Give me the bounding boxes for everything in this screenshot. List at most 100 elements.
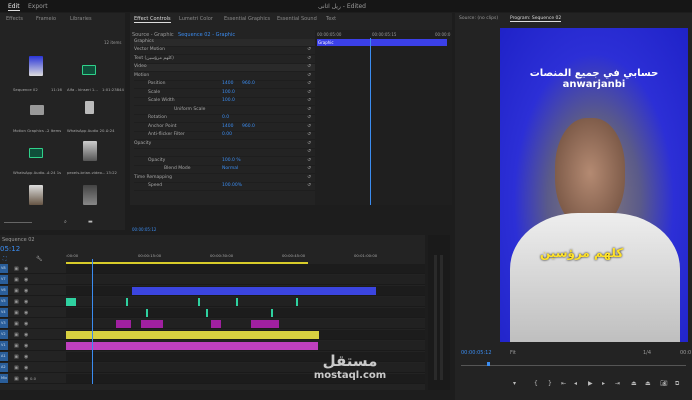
property-value[interactable]: 0.0	[222, 115, 229, 120]
timeline-timecode[interactable]: 05:12	[0, 245, 20, 253]
reset-icon[interactable]: ↺	[307, 149, 311, 154]
tab-text[interactable]: Text	[326, 16, 336, 22]
track-header[interactable]: A2 ▣ ◉	[0, 363, 66, 373]
track-target[interactable]: V5	[0, 297, 8, 306]
track-target[interactable]: V7	[0, 275, 8, 284]
effect-row[interactable]: Speed 100.00% ↺	[134, 183, 315, 191]
missing-file-icon[interactable]	[85, 101, 94, 114]
sequence-tab[interactable]: Sequence 02	[2, 237, 35, 243]
lock-icon[interactable]: ▣	[14, 266, 19, 272]
clip[interactable]	[66, 342, 318, 350]
eye-icon[interactable]: ◉	[24, 332, 28, 338]
lock-icon[interactable]: ▣	[14, 332, 19, 338]
sequence-thumbnail[interactable]	[29, 56, 43, 76]
time-ruler[interactable]: :00:00 00:00:15:00 00:00:30:00 00:00:45:00 0…	[66, 252, 425, 262]
mark-in-icon[interactable]: {	[534, 380, 538, 387]
effect-row[interactable]: Uniform Scale ↺	[134, 107, 315, 115]
lock-icon[interactable]: ▣	[14, 365, 19, 371]
effect-row[interactable]: Opacity 100.0 % ↺	[134, 158, 315, 166]
effect-row[interactable]: Rotation 0.0 ↺	[134, 115, 315, 123]
property-value[interactable]: Normal	[222, 166, 238, 171]
track-header[interactable]: V4 ▣ ◉	[0, 308, 66, 318]
tab-program[interactable]: Program: Sequence 02	[510, 16, 562, 22]
video-thumbnail[interactable]	[29, 185, 43, 205]
lock-icon[interactable]: ▣	[14, 343, 19, 349]
track-header[interactable]: V5 ▣ ◉	[0, 297, 66, 307]
eye-icon[interactable]: ◉	[24, 365, 28, 371]
reset-icon[interactable]: ↺	[307, 47, 311, 52]
effect-row[interactable]: Scale Width 100.0 ↺	[134, 98, 315, 106]
clip[interactable]	[251, 320, 279, 328]
reset-icon[interactable]: ↺	[307, 56, 311, 61]
eye-icon[interactable]: ◉	[24, 354, 28, 360]
track-target[interactable]: V6	[0, 286, 8, 295]
effect-row[interactable]: Anti-flicker Filter 0.00 ↺	[134, 132, 315, 140]
eye-icon[interactable]: ◉	[24, 299, 28, 305]
folder-icon[interactable]	[30, 105, 44, 115]
track-header[interactable]: V1 ▣ ◉	[0, 341, 66, 351]
tab-source[interactable]: Source: (no clips)	[459, 16, 498, 21]
clip[interactable]	[146, 309, 148, 317]
lock-icon[interactable]: ▣	[14, 288, 19, 294]
step-forward-icon[interactable]: ▸	[602, 380, 605, 387]
clip[interactable]	[206, 309, 208, 317]
clip[interactable]	[296, 298, 298, 306]
reset-icon[interactable]: ↺	[307, 90, 311, 95]
extract-icon[interactable]: ⏏	[645, 380, 651, 387]
eye-icon[interactable]: ◉	[24, 321, 28, 327]
reset-icon[interactable]: ↺	[307, 183, 311, 188]
audio-thumbnail[interactable]	[82, 65, 96, 75]
reset-icon[interactable]: ↺	[307, 141, 311, 146]
lock-icon[interactable]: ▣	[14, 376, 19, 382]
effect-row[interactable]: Opacity ↺	[134, 141, 315, 149]
tab-essential-graphics[interactable]: Essential Graphics	[224, 16, 270, 22]
property-value[interactable]: 100.0 %	[222, 158, 241, 163]
clip[interactable]	[116, 320, 131, 328]
lock-icon[interactable]: ▣	[14, 354, 19, 360]
track-target[interactable]: V3	[0, 319, 8, 328]
eye-icon[interactable]: ◉	[24, 288, 28, 294]
reset-icon[interactable]: ↺	[307, 81, 311, 86]
reset-icon[interactable]: ↺	[307, 64, 311, 69]
tab-lumetri[interactable]: Lumetri Color	[179, 16, 213, 22]
track-header[interactable]: V3 ▣ ◉	[0, 319, 66, 329]
property-value-2[interactable]: 960.0	[242, 81, 255, 86]
go-to-out-icon[interactable]: ⇥	[615, 380, 620, 387]
clip[interactable]	[66, 331, 319, 339]
reset-icon[interactable]: ↺	[307, 107, 311, 112]
effect-row[interactable]: Video ↺	[134, 64, 315, 72]
clip[interactable]	[198, 298, 200, 306]
program-scrubber[interactable]	[461, 365, 686, 366]
quality-dropdown[interactable]: 1/4	[643, 350, 651, 356]
video-thumbnail[interactable]	[83, 185, 97, 205]
eye-icon[interactable]: ◉	[24, 343, 28, 349]
compare-icon[interactable]: ⧉	[675, 380, 679, 388]
go-to-in-icon[interactable]: ⇤	[561, 380, 566, 387]
clip[interactable]	[236, 298, 238, 306]
edit-tab[interactable]: Edit	[8, 3, 20, 11]
track-header[interactable]: V8 ▣ ◉	[0, 264, 66, 274]
reset-icon[interactable]: ↺	[307, 115, 311, 120]
video-thumbnail[interactable]	[83, 141, 97, 161]
property-value[interactable]: 100.0	[222, 98, 235, 103]
clip[interactable]	[141, 320, 163, 328]
reset-icon[interactable]: ↺	[307, 158, 311, 163]
marker-icon[interactable]: ▾	[513, 380, 516, 387]
effect-row[interactable]: Blend Mode Normal ↺	[134, 166, 315, 174]
track-header[interactable]: A1 ▣ ◉	[0, 352, 66, 362]
track-target[interactable]: V4	[0, 308, 8, 317]
program-timecode[interactable]: 00:00:05:12	[461, 350, 492, 356]
tab-effects[interactable]: Effects	[6, 16, 23, 22]
timeline-playhead[interactable]	[92, 259, 93, 384]
mark-out-icon[interactable]: }	[548, 380, 552, 387]
tab-frameio[interactable]: Frameio	[36, 16, 56, 22]
track-target[interactable]: V2	[0, 330, 8, 339]
reset-icon[interactable]: ↺	[307, 98, 311, 103]
reset-icon[interactable]: ↺	[307, 132, 311, 137]
lock-icon[interactable]: ▣	[14, 321, 19, 327]
track-header[interactable]: V7 ▣ ◉	[0, 275, 66, 285]
step-back-icon[interactable]: ◂	[574, 380, 577, 387]
track-header[interactable]: V2 ▣ ◉	[0, 330, 66, 340]
effect-row[interactable]: Position 1400 960.0 ↺	[134, 81, 315, 89]
reset-icon[interactable]: ↺	[307, 124, 311, 129]
